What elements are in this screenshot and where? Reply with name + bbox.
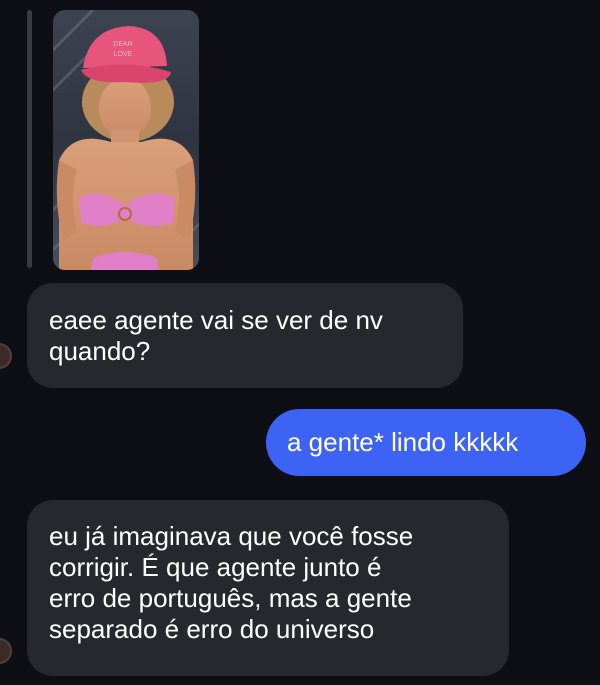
message-text-line: quando? [49, 336, 151, 366]
svg-text:DEAR: DEAR [113, 41, 132, 48]
sender-avatar[interactable] [0, 638, 12, 664]
svg-text:LOVE: LOVE [114, 51, 133, 58]
story-reply-indicator [27, 10, 32, 268]
message-bubble-incoming[interactable]: eu já imaginava que você fosse corrigir.… [27, 500, 509, 676]
story-image[interactable]: DEAR LOVE [53, 10, 199, 270]
message-text-line: eu já imaginava que você fosse [49, 521, 414, 551]
sender-avatar[interactable] [0, 343, 12, 369]
message-text-line: eaee agente vai se ver de nv [49, 305, 383, 335]
message-text-line: corrigir. É que agente junto é [49, 552, 382, 582]
message-text-line: erro de português, mas a gente [49, 583, 412, 613]
message-text-line: a gente* lindo kkkkk [287, 427, 519, 457]
message-text-line: separado é erro do universo [49, 614, 375, 644]
message-bubble-incoming[interactable]: eaee agente vai se ver de nv quando? [27, 283, 463, 388]
message-bubble-outgoing[interactable]: a gente* lindo kkkkk [266, 409, 586, 476]
story-photo-illustration: DEAR LOVE [53, 10, 199, 270]
